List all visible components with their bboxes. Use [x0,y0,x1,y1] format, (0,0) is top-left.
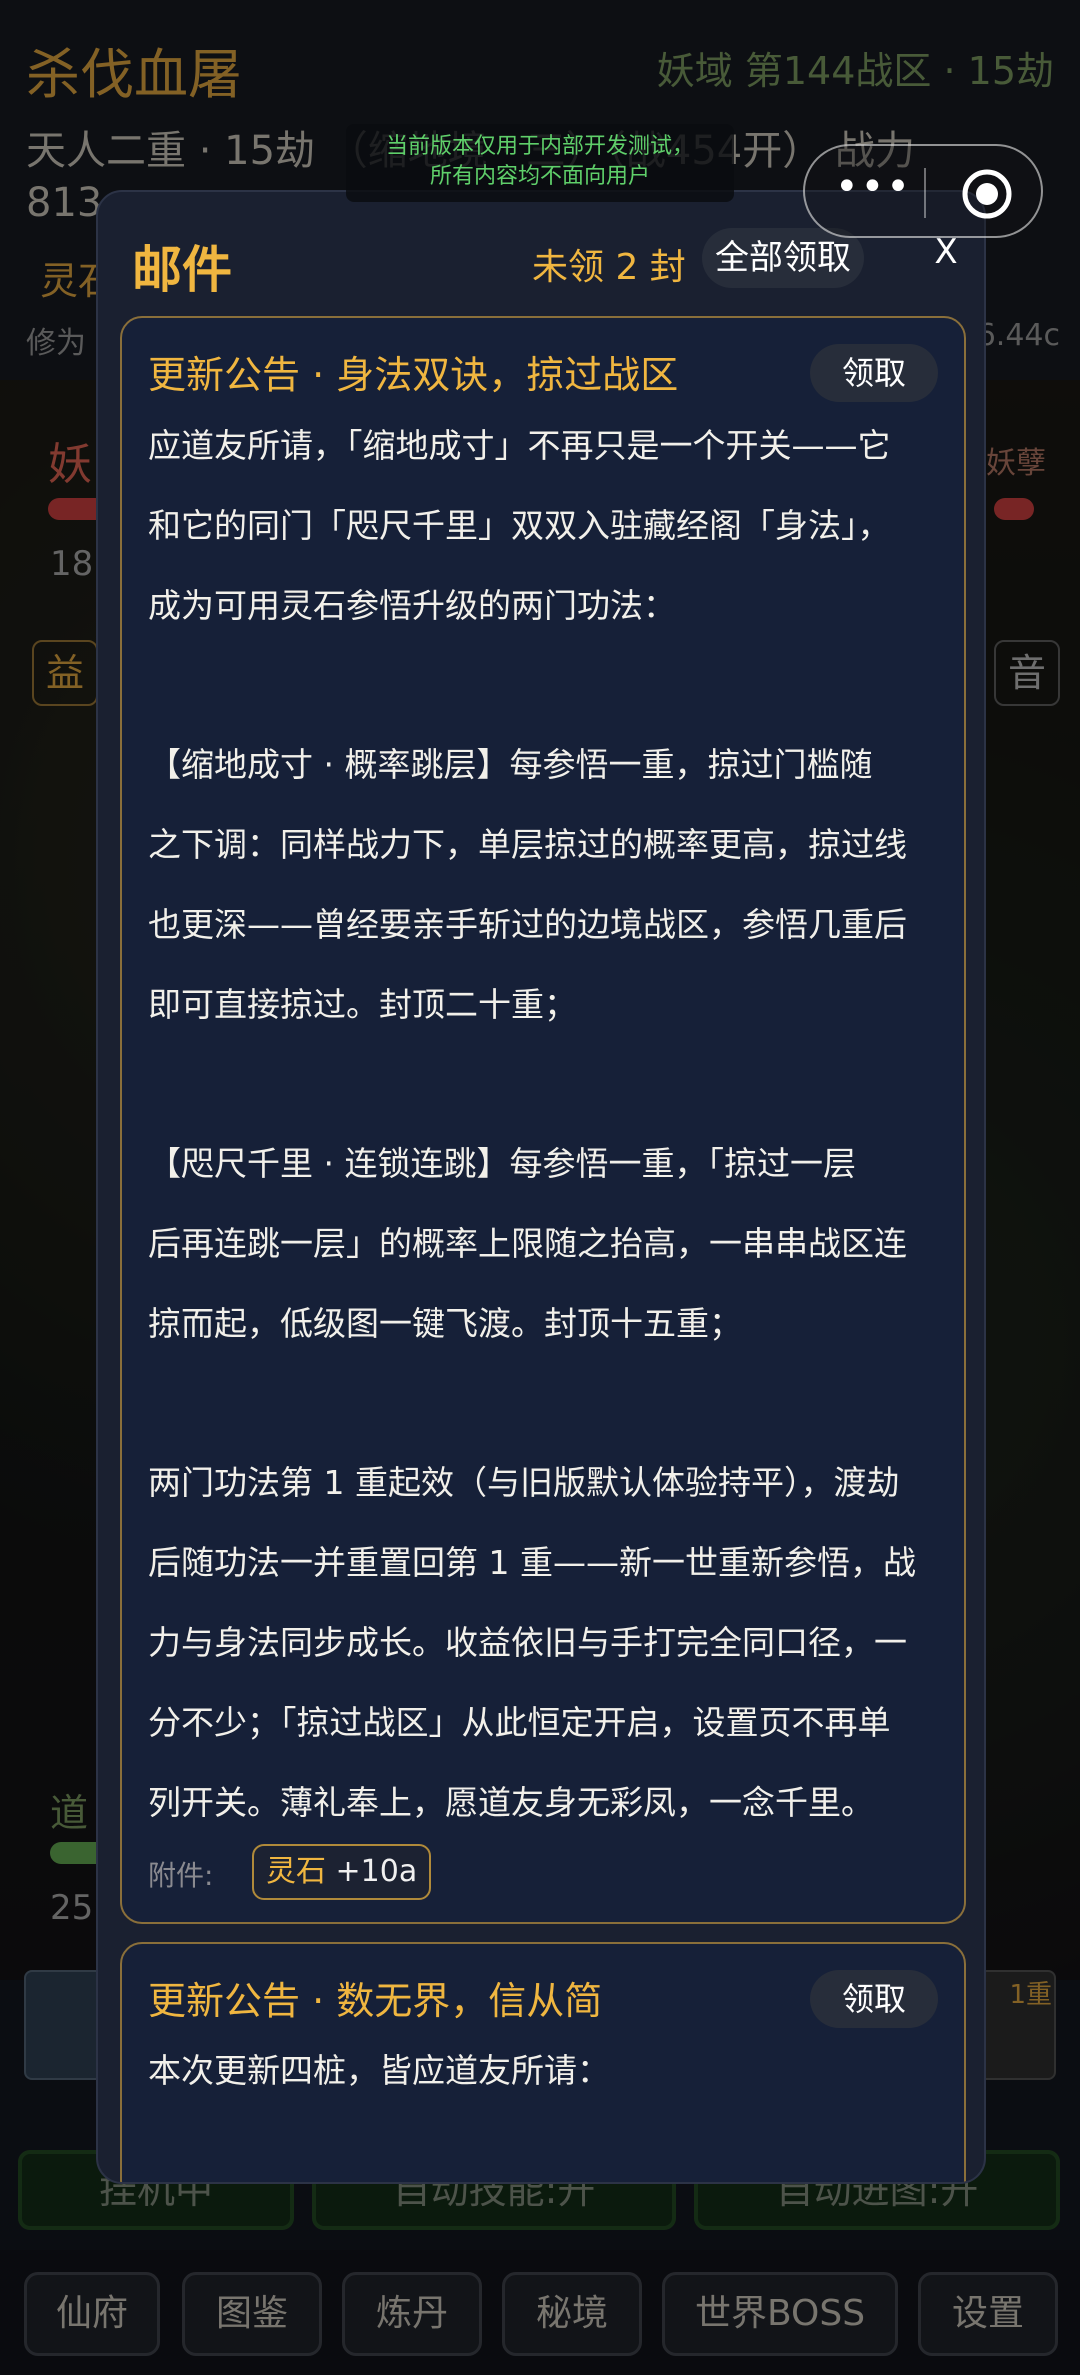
attachment-chip: 灵石 +10a [252,1844,432,1900]
dev-notice: 当前版本仅用于内部开发测试， 所有内容均不面向用户 [346,124,734,202]
dev-notice-line2: 所有内容均不面向用户 [429,164,650,189]
mail-item: 更新公告 · 数无界，信从简 领取 本次更新四桩，皆应道友所请： [120,1942,966,2182]
target-icon[interactable] [961,168,1013,220]
mail-line: 【咫尺千里 · 连锁连跳】每参悟一重，「掠过一层 [148,1144,856,1184]
mail-title: 更新公告 · 数无界，信从简 [148,1979,603,2023]
mail-line: 掠而起，低级图一键飞渡。封顶十五重； [148,1303,742,1343]
mail-line: 应道友所请，「缩地成寸」不再只是一个开关——它 [148,426,891,465]
dev-notice-line1: 当前版本仅用于内部开发测试， [385,134,694,159]
attachment-amount: +10a [335,1854,418,1889]
mail-line: 两门功法第 1 重起效（与旧版默认体验持平），渡劫 [148,1463,900,1503]
mail-line: 本次更新四桩，皆应道友所请： [148,2051,610,2090]
mail-line: 【缩地成寸 · 概率跳层】每参悟一重，掠过门槛随 [148,745,873,785]
mail-title: 更新公告 · 身法双诀，掠过战区 [148,353,679,397]
mail-line: 之下调：同样战力下，单层掠过的概率更高，掠过线 [148,824,907,864]
mail-line: 也更深——曾经要亲手斩过的边境战区，参悟几重后 [148,904,907,944]
capsule-divider [924,168,926,218]
miniprogram-capsule: ••• [803,144,1043,238]
claim-button[interactable]: 领取 [810,1970,938,2028]
mail-line: 即可直接掠过。封顶二十重； [148,984,577,1024]
mail-line: 和它的同门「咫尺千里」双双入驻藏经阁「身法」， [148,505,891,545]
mail-line: 后再连跳一层」的概率上限随之抬高，一串串战区连 [148,1223,907,1263]
mail-line: 后随功法一并重置回第 1 重——新一世重新参悟，战 [148,1543,916,1583]
mail-line: 分不少；「掠过战区」从此恒定开启，设置页不再单 [148,1702,891,1742]
attachment-label: 附件: [148,1859,214,1892]
attachment-resource: 灵石 [266,1854,326,1889]
mail-line [148,1364,942,1444]
unclaimed-count: 未领 2 封 [532,247,686,288]
mail-body: 应道友所请，「缩地成寸」不再只是一个开关——它 和它的同门「咫尺千里」双双入驻藏… [148,406,942,1842]
claim-button[interactable]: 领取 [810,344,938,402]
mail-line: 力与身法同步成长。收益依旧与手打完全同口径，一 [148,1622,907,1662]
mail-line: 列开关。薄礼奉上，愿道友身无彩凤，一念千里。 [148,1782,874,1822]
mail-modal: 邮件 未领 2 封 全部领取 X 更新公告 · 身法双诀，掠过战区 领取 应道友… [96,190,986,2184]
mail-item: 更新公告 · 身法双诀，掠过战区 领取 应道友所请，「缩地成寸」不再只是一个开关… [120,316,966,1924]
mail-line [148,645,942,725]
modal-title: 邮件 [132,241,232,299]
mail-line: 成为可用灵石参悟升级的两门功法： [148,585,676,625]
mail-line [148,1044,942,1124]
more-dots-icon[interactable]: ••• [835,167,910,212]
